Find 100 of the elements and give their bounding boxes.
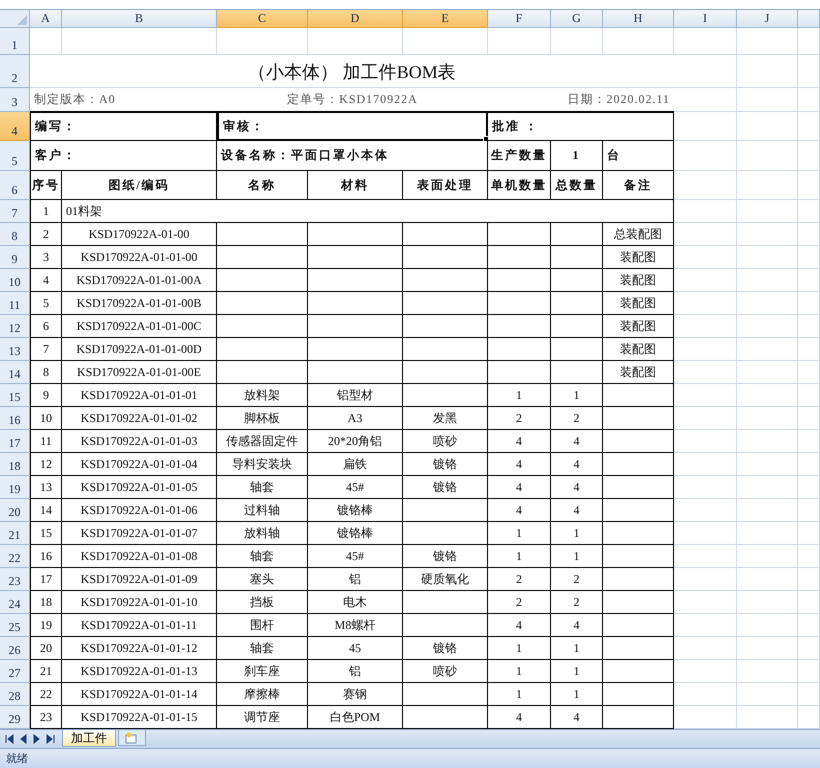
empty-cell	[737, 55, 798, 88]
empty-cell	[798, 315, 820, 338]
column-header[interactable]: J	[737, 10, 798, 28]
empty-cell	[737, 88, 798, 112]
scroll-arrow-icon[interactable]	[46, 734, 56, 744]
empty-cell	[798, 407, 820, 430]
table-cell: 1	[551, 522, 603, 545]
table-cell: 装配图	[603, 246, 674, 269]
row-header[interactable]: 23	[0, 568, 30, 591]
row-header[interactable]: 14	[0, 361, 30, 384]
table-cell: 1	[551, 683, 603, 706]
table-cell: 轴套	[217, 476, 308, 499]
row-header[interactable]: 11	[0, 292, 30, 315]
table-cell: 8	[30, 361, 62, 384]
row-header[interactable]: 13	[0, 338, 30, 361]
table-cell: 13	[30, 476, 62, 499]
column-header[interactable]: F	[488, 10, 551, 28]
row-header[interactable]: 3	[0, 88, 30, 112]
row-header[interactable]: 21	[0, 522, 30, 545]
row-header[interactable]: 22	[0, 545, 30, 568]
row-header[interactable]: 17	[0, 430, 30, 453]
row-header[interactable]: 15	[0, 384, 30, 407]
form-cell: 生产数量	[488, 141, 551, 171]
table-cell: KSD170922A-01-01-00A	[62, 269, 217, 292]
table-cell: KSD170922A-01-01-00C	[62, 315, 217, 338]
row-header[interactable]: 27	[0, 660, 30, 683]
row-header[interactable]: 20	[0, 499, 30, 522]
column-header[interactable]: E	[403, 10, 488, 28]
row-header[interactable]: 16	[0, 407, 30, 430]
row-header[interactable]: 9	[0, 246, 30, 269]
sheet-icon	[125, 732, 139, 744]
row-header[interactable]: 6	[0, 171, 30, 200]
row-header[interactable]: 2	[0, 55, 30, 88]
table-cell: 4	[551, 430, 603, 453]
row-header[interactable]: 1	[0, 28, 30, 55]
table-cell: KSD170922A-01-00	[62, 223, 217, 246]
empty-cell	[737, 407, 798, 430]
empty-cell	[737, 660, 798, 683]
sheet-tab[interactable]: 加工件	[62, 730, 116, 747]
table-cell: 4	[551, 706, 603, 729]
empty-cell	[798, 568, 820, 591]
column-heading: 材料	[308, 171, 403, 200]
empty-cell	[737, 430, 798, 453]
table-cell: KSD170922A-01-01-11	[62, 614, 217, 637]
row-header[interactable]: 25	[0, 614, 30, 637]
table-cell: 7	[30, 338, 62, 361]
table-cell: 2	[551, 407, 603, 430]
table-cell: KSD170922A-01-01-06	[62, 499, 217, 522]
table-cell: 扁铁	[308, 453, 403, 476]
table-cell: 3	[30, 246, 62, 269]
column-header[interactable]: I	[674, 10, 737, 28]
row-header[interactable]: 29	[0, 706, 30, 729]
table-cell: A3	[308, 407, 403, 430]
row-header[interactable]: 26	[0, 637, 30, 660]
empty-cell	[737, 683, 798, 706]
row-header[interactable]: 19	[0, 476, 30, 499]
form-cell: 1	[551, 141, 603, 171]
row-header[interactable]: 24	[0, 591, 30, 614]
column-header[interactable]: H	[603, 10, 674, 28]
version-text: 制定版本：A0	[30, 88, 217, 112]
row-header[interactable]: 12	[0, 315, 30, 338]
table-cell: 1	[488, 384, 551, 407]
empty-cell	[798, 246, 820, 269]
table-cell: KSD170922A-01-01-15	[62, 706, 217, 729]
insert-sheet-button[interactable]	[118, 730, 146, 746]
table-cell: 17	[30, 568, 62, 591]
row-header[interactable]: 8	[0, 223, 30, 246]
scroll-arrow-icon[interactable]	[4, 734, 14, 744]
table-cell: 2	[551, 568, 603, 591]
row-header[interactable]: 5	[0, 141, 30, 171]
column-heading: 名称	[217, 171, 308, 200]
table-cell: 23	[30, 706, 62, 729]
form-cell: 批准 ：	[488, 112, 674, 141]
table-cell: 镀铬	[403, 476, 488, 499]
row-header[interactable]: 28	[0, 683, 30, 706]
row-header[interactable]: 4	[0, 112, 30, 141]
empty-cell	[798, 683, 820, 706]
table-cell: KSD170922A-01-01-04	[62, 453, 217, 476]
table-cell: 镀铬棒	[308, 522, 403, 545]
table-cell: 1	[488, 637, 551, 660]
empty-cell	[737, 522, 798, 545]
table-cell: KSD170922A-01-01-02	[62, 407, 217, 430]
empty-cell	[798, 200, 820, 223]
row-header[interactable]: 10	[0, 269, 30, 292]
table-cell: 2	[488, 407, 551, 430]
row-header[interactable]: 7	[0, 200, 30, 223]
column-header[interactable]: A	[30, 10, 62, 28]
table-cell: 9	[30, 384, 62, 407]
empty-cell	[737, 545, 798, 568]
column-heading: 备注	[603, 171, 674, 200]
form-cell: 客户：	[30, 141, 217, 171]
column-header[interactable]: G	[551, 10, 603, 28]
column-header[interactable]: D	[308, 10, 403, 28]
row-header[interactable]: 18	[0, 453, 30, 476]
column-header[interactable]: C	[217, 10, 308, 28]
column-heading: 总数量	[551, 171, 603, 200]
column-header[interactable]: B	[62, 10, 217, 28]
table-cell: 装配图	[603, 361, 674, 384]
table-cell: 镀铬棒	[308, 499, 403, 522]
table-cell: 1	[30, 200, 62, 223]
